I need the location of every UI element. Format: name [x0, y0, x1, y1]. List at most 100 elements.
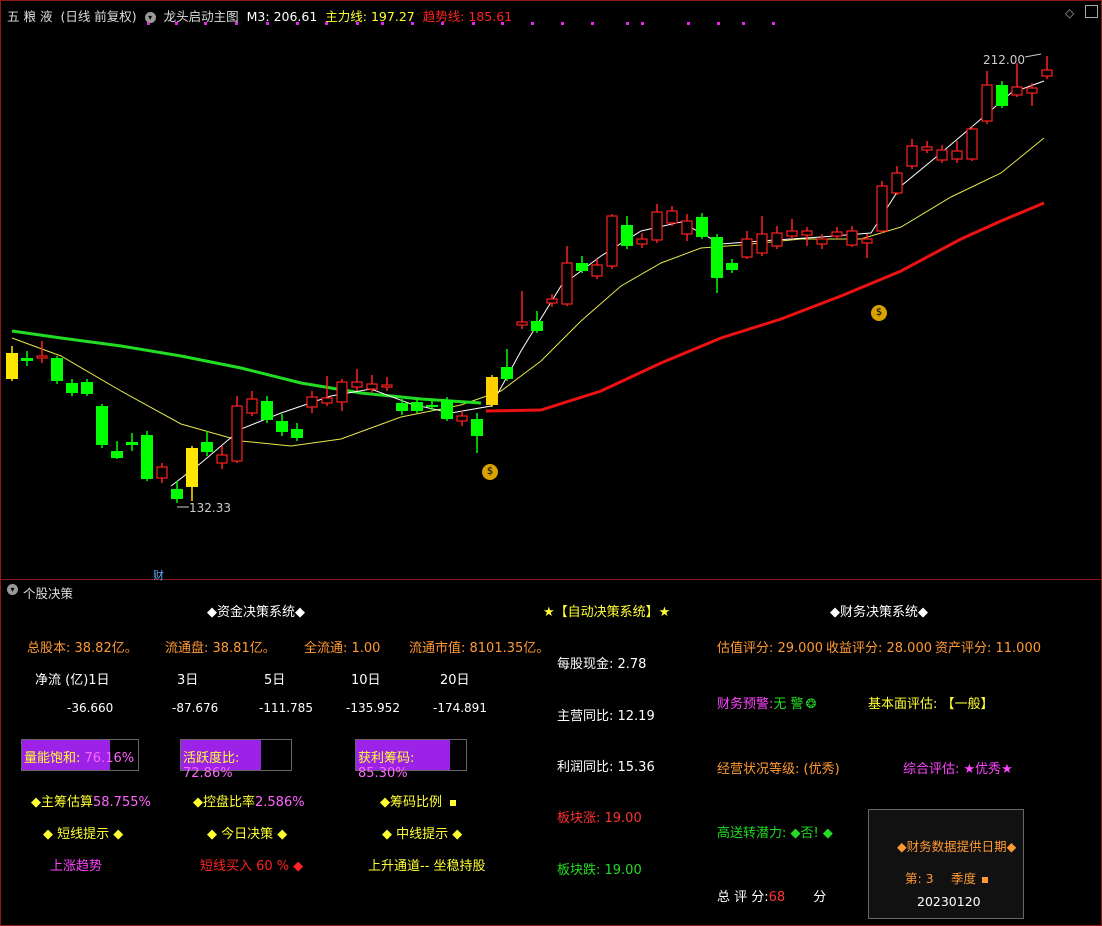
warning-marker: ❂	[805, 697, 817, 712]
candle-body-up	[366, 383, 378, 390]
candle-body-up	[666, 210, 678, 224]
sector-up: 板块涨: 19.00	[557, 811, 642, 826]
candle-body-down	[66, 383, 78, 393]
net-flow-20d: -174.891	[433, 701, 487, 715]
candle-body-up	[381, 384, 393, 388]
candle-body-up	[771, 232, 783, 247]
net-flow-3d-label: 3日	[177, 673, 199, 688]
candle-body-up	[231, 405, 243, 462]
volume-saturation-bar: 量能饱和: 76.16%	[21, 739, 139, 771]
signal-dot	[561, 22, 564, 25]
net-flow-5d-label: 5日	[264, 673, 286, 688]
season-marker	[982, 876, 989, 883]
revenue-yoy: 主营同比: 12.19	[557, 709, 655, 724]
activity-ratio-bar: 活跃度比: 72.86%	[180, 739, 292, 781]
main-line-value: 主力线: 197.27	[325, 9, 415, 24]
candle-body-down	[726, 263, 738, 270]
control-rate-value: 2.586%	[255, 795, 305, 810]
fin-season-label: 季度	[951, 871, 977, 886]
bar-value: 85.30%	[358, 766, 408, 781]
money-bag-icon: $	[871, 305, 887, 321]
candle-body-down	[441, 400, 453, 419]
sector-down: 板块跌: 19.00	[557, 863, 642, 878]
signal-dot	[626, 22, 629, 25]
chip-ratio-marker	[450, 799, 456, 806]
bar-label: 量能饱和:	[24, 751, 85, 766]
fundamental-assessment: 基本面评估: 【一般】	[868, 697, 994, 712]
stock-name: 五 粮 液	[7, 9, 53, 24]
close-icon[interactable]	[1085, 5, 1098, 18]
diamond-icon[interactable]: ◇	[1065, 6, 1074, 20]
candle-body-up	[591, 264, 603, 277]
candle-body-down	[96, 406, 108, 445]
full-float: 全流通: 1.00	[304, 641, 381, 656]
main-chip-estimate: ◆主筹估算58.755%	[31, 791, 151, 810]
high-transfer-potential: 高送转潜力: ◆否! ◆	[717, 826, 833, 841]
candle-body-down	[111, 451, 123, 458]
high-price-label: 212.00	[983, 53, 1025, 67]
candle-body-down	[996, 85, 1008, 106]
profit-chips-bar: 获利筹码: 85.30%	[355, 739, 467, 781]
today-decision-value: 短线买入 60 % ◆	[200, 855, 303, 874]
candle-body-down	[261, 401, 273, 420]
total-score: 总 评 分:68 分	[717, 886, 826, 905]
candle-body-up	[906, 145, 918, 167]
candlestick-chart-panel[interactable]: 五 粮 液 (日线 前复权) ▾ 龙头启动主图 M3: 206.61 主力线: …	[0, 0, 1102, 582]
candle-body-up	[156, 466, 168, 479]
candle-body-down	[501, 367, 513, 379]
candle-body-up	[681, 220, 693, 235]
stock-decision-panel: ▾ 个股决策 ◆资金决策系统◆ 总股本: 38.82亿。 流通盘: 38.81亿…	[0, 580, 1102, 926]
candle-body-down	[51, 358, 63, 381]
period-label: (日线 前复权)	[60, 9, 137, 24]
cash-per-share: 每股现金: 2.78	[557, 657, 647, 672]
dropdown-icon[interactable]: ▾	[144, 12, 156, 23]
candlestick-chart[interactable]	[1, 1, 1101, 579]
bar-label: 活跃度比:	[183, 751, 240, 766]
net-flow-label: 净流 (亿)1日	[35, 673, 110, 688]
signal-dot	[742, 22, 745, 25]
net-flow-3d: -87.676	[172, 701, 219, 715]
candle-body-up	[36, 355, 48, 359]
candle-body-down	[426, 405, 438, 407]
candle-body-up	[561, 262, 573, 305]
candle-body-up	[831, 231, 843, 237]
float-market-value: 流通市值: 8101.35亿。	[409, 641, 550, 656]
bar-value: 76.16%	[84, 751, 135, 766]
signal-dot	[687, 22, 690, 25]
candle-body-down	[81, 382, 93, 394]
chip-ratio: ◆筹码比例	[380, 791, 456, 810]
candle-body-up	[816, 238, 828, 245]
total-score-unit: 分	[813, 890, 827, 905]
fin-date: 20230120	[917, 894, 981, 909]
mid-term-tip-title: ◆ 中线提示 ◆	[382, 827, 463, 842]
short-term-tip-title: ◆ 短线提示 ◆	[43, 827, 124, 842]
candle-body-down	[396, 403, 408, 411]
money-bag-icon: $	[482, 464, 498, 480]
fin-quarter: 第: 3	[905, 871, 934, 886]
collapse-icon[interactable]: ▾	[7, 584, 18, 595]
warning-label: 财务预警:	[717, 697, 774, 712]
candle-body-up	[1011, 86, 1023, 96]
candle-body-down	[621, 225, 633, 246]
candle-body-up	[861, 238, 873, 244]
candle-body-up	[951, 150, 963, 160]
fin-date-title: ◆财务数据提供日期◆	[897, 839, 1017, 854]
signal-dot	[772, 22, 775, 25]
candle-body-down	[21, 358, 33, 361]
today-decision-text: 短线买入 60 %	[200, 859, 290, 874]
bar-label: 获利筹码:	[358, 751, 415, 766]
financial-warning: 财务预警:无 警 ❂	[717, 693, 816, 712]
candle-body-up	[216, 454, 228, 464]
control-rate: ◆控盘比率2.586%	[193, 791, 305, 810]
signal-dot	[531, 22, 534, 25]
candle-body-down	[471, 419, 483, 436]
candle-body-down	[291, 429, 303, 438]
indicator-name[interactable]: 龙头启动主图	[164, 9, 239, 24]
candle-body-up	[921, 146, 933, 151]
signal-dot	[591, 22, 594, 25]
net-flow-10d: -135.952	[346, 701, 400, 715]
candle-body-up	[456, 415, 468, 422]
candle-body-up	[786, 230, 798, 237]
chip-ratio-label: ◆筹码比例	[380, 795, 442, 810]
float-shares: 流通盘: 38.81亿。	[165, 641, 276, 656]
